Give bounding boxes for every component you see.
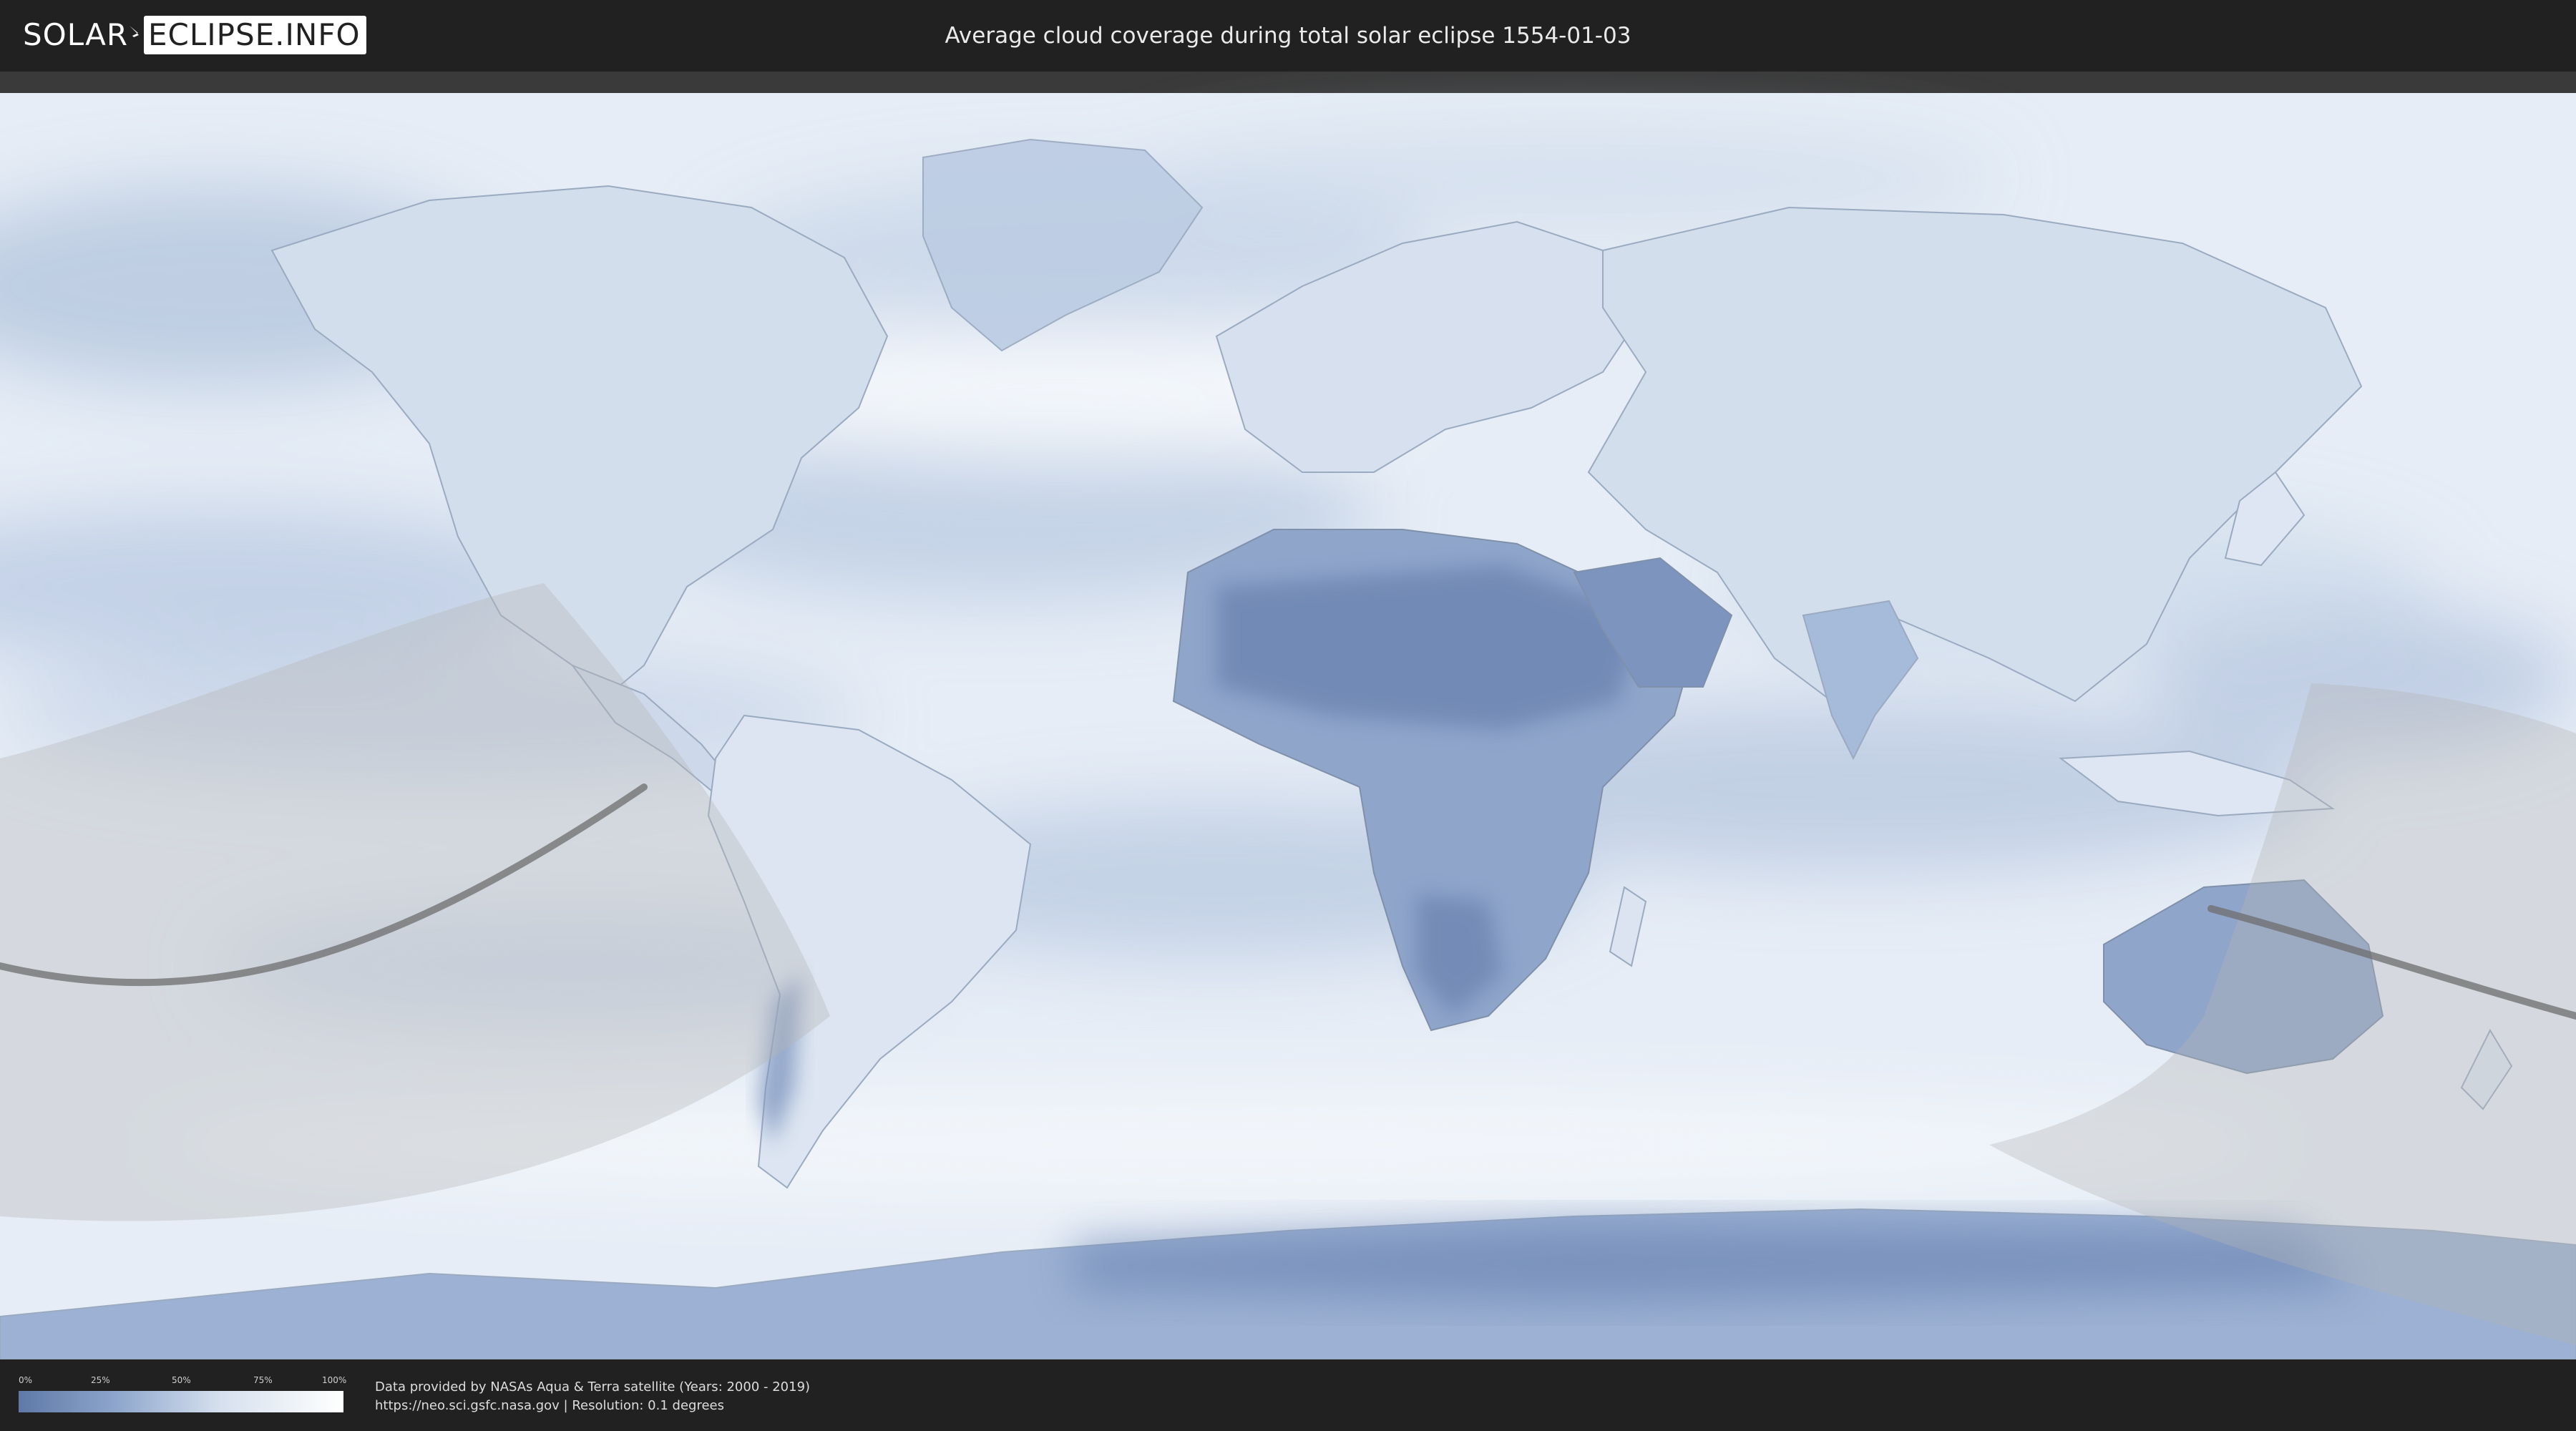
data-credits: Data provided by NASAs Aqua & Terra sate… — [375, 1378, 810, 1415]
header-bar: SOLAR ECLIPSE.INFO Average cloud coverag… — [0, 0, 2576, 72]
credit-line-source: Data provided by NASAs Aqua & Terra sate… — [375, 1379, 811, 1395]
legend-tick-100: 100% — [322, 1375, 347, 1385]
footer-bar: 0% 25% 50% 75% 100% Data provided by NAS… — [0, 1359, 2576, 1431]
legend-color-bar — [19, 1391, 343, 1412]
cloud-coverage-legend: 0% 25% 50% 75% 100% — [19, 1372, 347, 1415]
credit-line-url[interactable]: https://neo.sci.gsfc.nasa.gov | Resoluti… — [375, 1397, 810, 1415]
cloud-coverage-map[interactable] — [0, 72, 2576, 1359]
page-title: Average cloud coverage during total sola… — [945, 23, 1631, 49]
legend-tick-25: 25% — [91, 1375, 110, 1385]
legend-tick-0: 0% — [19, 1375, 33, 1385]
world-map-svg — [0, 72, 2576, 1359]
legend-tick-75: 75% — [253, 1375, 273, 1385]
legend-tick-50: 50% — [172, 1375, 191, 1385]
